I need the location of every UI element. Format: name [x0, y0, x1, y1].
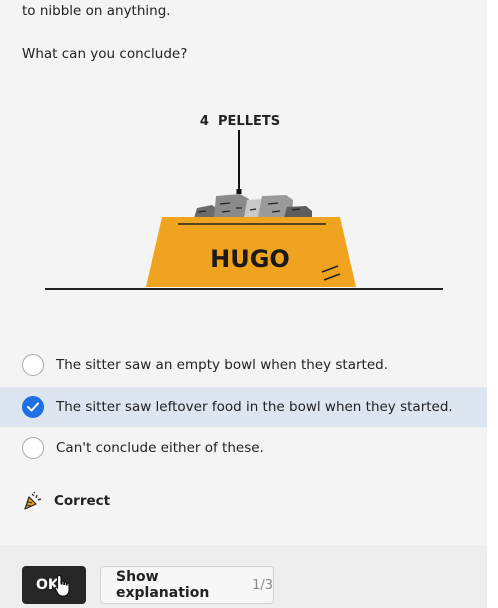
answer-option-2-label: The sitter saw leftover food in the bowl… [56, 399, 453, 415]
question-text: to nibble on anything. [22, 3, 171, 19]
answer-option-1[interactable]: The sitter saw an empty bowl when they s… [0, 345, 487, 385]
radio-button-1[interactable] [22, 354, 44, 376]
question-prompt: What can you conclude? [22, 46, 188, 62]
answer-option-3[interactable]: Can't conclude either of these. [0, 428, 487, 468]
radio-button-3[interactable] [22, 437, 44, 459]
hand-cursor-icon [54, 574, 70, 597]
pellet-count-label: 4 PELLETS [200, 114, 280, 129]
show-explanation-button[interactable]: Show explanation 1/3 [100, 566, 274, 604]
answer-option-2[interactable]: The sitter saw leftover food in the bowl… [0, 387, 487, 427]
feedback-label: Correct [54, 493, 111, 509]
explanation-count: 1/3 [252, 577, 273, 593]
question-panel: to nibble on anything. What can you conc… [0, 0, 487, 545]
pellet-pointer-dot [236, 189, 242, 194]
party-popper-icon [24, 491, 42, 510]
checkmark-icon [27, 402, 39, 412]
show-explanation-label: Show explanation [116, 569, 210, 601]
radio-button-2[interactable] [22, 396, 44, 418]
pellets [194, 194, 312, 218]
answer-option-1-label: The sitter saw an empty bowl when they s… [56, 357, 388, 373]
bowl-name: HUGO [210, 245, 290, 273]
answer-option-3-label: Can't conclude either of these. [56, 440, 264, 456]
feedback-banner: Correct [22, 491, 110, 511]
food-bowl-illustration: 4 PELLETS HUGO [45, 114, 443, 290]
scrollbar[interactable] [487, 0, 498, 608]
